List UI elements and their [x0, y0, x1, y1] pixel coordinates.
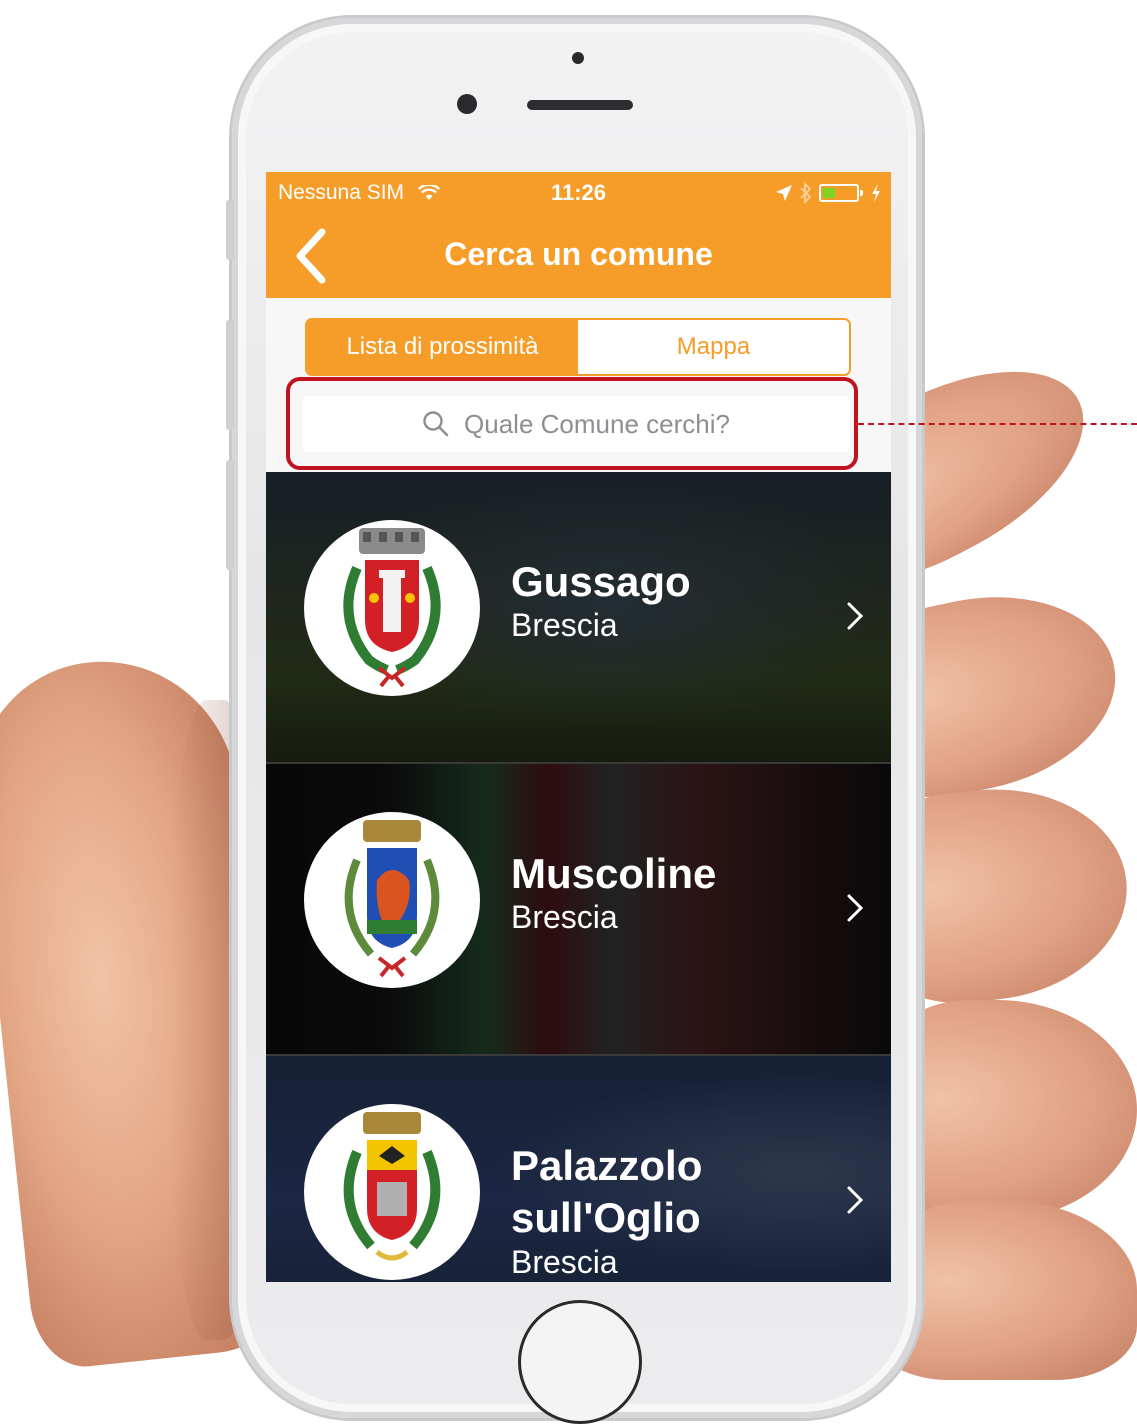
back-button[interactable] [292, 228, 342, 284]
list-item-muscoline[interactable]: Muscoline Brescia [266, 764, 891, 1056]
crest-muscoline-icon [344, 820, 440, 978]
location-arrow-icon [776, 185, 792, 201]
home-button[interactable] [518, 1300, 642, 1424]
coat-of-arms-image [304, 1104, 480, 1280]
comuni-list: Gussago Brescia Muscoline Brescia Palazz… [266, 472, 891, 1282]
comune-name: Palazzolo [511, 1142, 703, 1189]
volume-button [226, 200, 234, 260]
battery-icon [819, 184, 863, 202]
tab-proximity-list[interactable]: Lista di prossimità [307, 320, 578, 374]
province-label: Brescia [511, 607, 618, 643]
province-label: Brescia [511, 899, 618, 935]
page-title: Cerca un comune [444, 236, 713, 272]
navigation-bar: Cerca un comune [266, 214, 891, 298]
search-input[interactable]: Quale Comune cerchi? [302, 396, 850, 452]
search-icon [423, 411, 449, 437]
volume-button [226, 460, 234, 570]
crest-gussago-icon [343, 528, 441, 688]
comune-name: Gussago [511, 558, 691, 605]
phone-screen: Nessuna SIM 11:26 Cerca un comune Lista … [266, 172, 891, 1282]
camera-dot [572, 52, 584, 64]
earpiece-speaker [527, 100, 633, 110]
list-item-gussago[interactable]: Gussago Brescia [266, 472, 891, 764]
annotation-connector-line [858, 423, 1137, 425]
chevron-right-icon [847, 602, 864, 630]
bluetooth-icon [800, 182, 812, 204]
charging-bolt-icon [872, 184, 880, 202]
comune-name: Muscoline [511, 850, 717, 897]
list-item-palazzolo-sulloglio[interactable]: Palazzolo sull'Oglio Brescia [266, 1056, 891, 1282]
chevron-right-icon [847, 894, 864, 922]
comune-name-line2: sull'Oglio [511, 1194, 701, 1241]
volume-button [226, 320, 234, 430]
status-bar: Nessuna SIM 11:26 [266, 172, 891, 214]
coat-of-arms-image [304, 812, 480, 988]
chevron-right-icon [847, 1186, 864, 1214]
chevron-left-icon [296, 228, 326, 284]
status-right-icons [775, 182, 881, 204]
front-camera [457, 94, 477, 114]
coat-of-arms-image [304, 520, 480, 696]
tab-map[interactable]: Mappa [578, 320, 849, 374]
province-label: Brescia [511, 1244, 618, 1280]
search-placeholder: Quale Comune cerchi? [464, 408, 730, 439]
crest-palazzolo-icon [343, 1112, 441, 1261]
search-bar: Quale Comune cerchi? [266, 384, 891, 472]
view-segmented-control: Lista di prossimità Mappa [305, 318, 851, 376]
